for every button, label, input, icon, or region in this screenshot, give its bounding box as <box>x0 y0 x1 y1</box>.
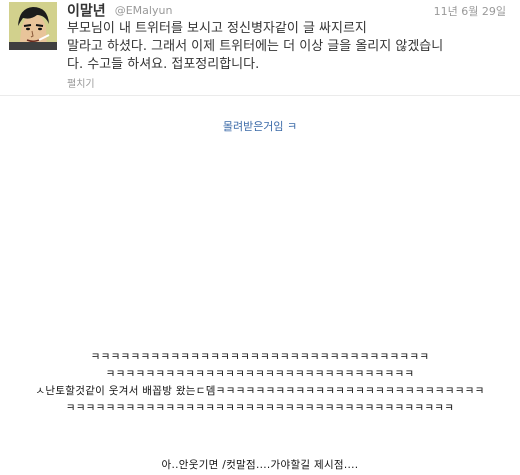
display-name[interactable]: 이말년 <box>67 4 106 20</box>
tweet-item: 이말년 @EMalyun 11년 6월 29일 부모님이 내 트위터를 보시고 … <box>0 0 520 96</box>
comic-line: ㅅ난토할것같이 웃겨서 배꼽방 왔는ㄷ뎀ㅋㅋㅋㅋㅋㅋㅋㅋㅋㅋㅋㅋㅋㅋㅋㅋㅋㅋㅋㅋ… <box>35 385 485 397</box>
comic-line: 아..안웃기면 /컷말점....가야할길 제시점.... <box>161 459 359 471</box>
comic-line: ㅋㅋㅋㅋㅋㅋㅋㅋㅋㅋㅋㅋㅋㅋㅋㅋㅋㅋㅋㅋㅋㅋㅋㅋㅋㅋㅋㅋㅋㅋㅋㅋㅋㅋ <box>90 351 430 363</box>
tweet-content: 이말년 @EMalyun 11년 6월 29일 부모님이 내 트위터를 보시고 … <box>67 0 512 74</box>
username[interactable]: @EMalyun <box>115 4 173 17</box>
tweet-header: 이말년 @EMalyun 11년 6월 29일 <box>67 0 512 20</box>
expand-link[interactable]: 펼치기 <box>67 75 95 90</box>
tweet-text-line: 부모님이 내 트위터를 보시고 정신병자같이 글 싸지르지 <box>67 21 367 36</box>
user-avatar-icon <box>9 2 57 50</box>
comic-line: ㅋㅋㅋㅋㅋㅋㅋㅋㅋㅋㅋㅋㅋㅋㅋㅋㅋㅋㅋㅋㅋㅋㅋㅋㅋㅋㅋㅋㅋㅋㅋ <box>105 368 415 380</box>
tweet-text: 부모님이 내 트위터를 보시고 정신병자같이 글 싸지르지 말라고 하셨다. 그… <box>67 20 512 74</box>
user-avatar[interactable] <box>9 2 57 50</box>
tweet-text-line: 다. 수고들 하셔요. 접포정리합니다. <box>67 57 260 72</box>
comic-text-block: ㅋㅋㅋㅋㅋㅋㅋㅋㅋㅋㅋㅋㅋㅋㅋㅋㅋㅋㅋㅋㅋㅋㅋㅋㅋㅋㅋㅋㅋㅋㅋㅋㅋㅋ ㅋㅋㅋㅋㅋ… <box>0 130 520 475</box>
comic-line: ㅋㅋㅋㅋㅋㅋㅋㅋㅋㅋㅋㅋㅋㅋㅋㅋㅋㅋㅋㅋㅋㅋㅋㅋㅋㅋㅋㅋㅋㅋㅋㅋㅋㅋㅋㅋㅋㅋㅋ <box>65 402 455 414</box>
tweet-timestamp[interactable]: 11년 6월 29일 <box>434 3 506 19</box>
tweet-text-line: 말라고 하셨다. 그래서 이제 트위터에는 더 이상 글을 올리지 않겠습니 <box>67 39 444 54</box>
